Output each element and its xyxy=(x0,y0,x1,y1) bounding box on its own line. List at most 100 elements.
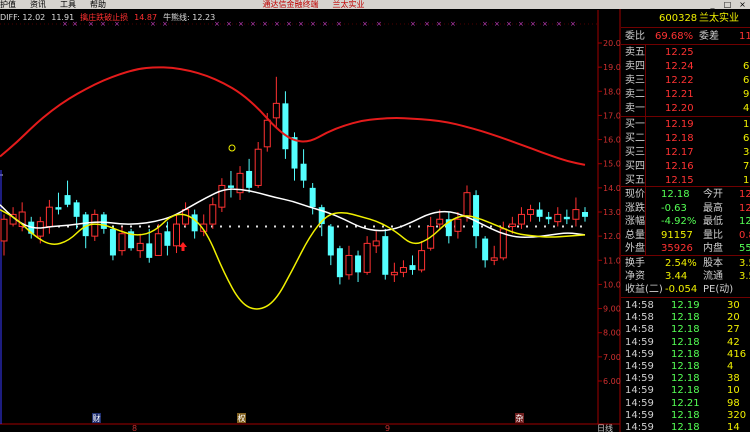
x-marker: × xyxy=(450,20,456,28)
stat-label: 最高 xyxy=(703,202,723,214)
candle-body xyxy=(463,192,471,218)
badge-quan-label: 权 xyxy=(238,413,246,423)
candle-body xyxy=(345,254,353,276)
support-dot xyxy=(274,225,276,228)
candle xyxy=(554,207,562,227)
stock-code: 600328 xyxy=(659,13,698,24)
bid-row: 买三 12.17 34 xyxy=(621,146,750,159)
window-controls: _ □ × xyxy=(705,0,750,9)
support-dot xyxy=(229,225,231,228)
candle xyxy=(64,180,71,208)
candle xyxy=(209,197,217,229)
tick-row: 14:59 12.18 38 xyxy=(621,372,750,385)
candle xyxy=(164,221,171,256)
weicha-value: 119 xyxy=(739,31,750,42)
candle xyxy=(282,91,289,159)
candle-body xyxy=(363,242,371,273)
candle xyxy=(355,250,362,283)
support-dot xyxy=(346,225,348,228)
divider xyxy=(621,27,750,28)
candle-body xyxy=(291,137,298,169)
candle-body xyxy=(572,209,580,220)
candle xyxy=(372,231,380,254)
stat-label: 涨跌 xyxy=(625,202,645,214)
stat-row: 涨跌 -0.63 最高 12.9 xyxy=(621,202,750,215)
bid-price: 12.17 xyxy=(665,147,694,158)
candle xyxy=(136,233,144,258)
candle-body xyxy=(91,213,99,237)
bid-price: 12.18 xyxy=(665,133,694,144)
candle-body xyxy=(118,233,126,252)
candle-body xyxy=(146,243,153,258)
candle xyxy=(272,76,280,128)
stat-label: 内盘 xyxy=(703,243,723,254)
tick-price: 12.18 xyxy=(671,336,700,348)
ask-volume: 9 xyxy=(743,89,750,100)
candle xyxy=(536,202,543,222)
maximize-icon[interactable]: □ xyxy=(723,0,732,9)
candle-body xyxy=(409,265,416,270)
top-x-markers: × × × × × × × × × × × × × × × × × × × × × × × × × × × × × × × × xyxy=(62,20,576,28)
x-marker: × xyxy=(310,20,316,28)
stat-label: 今开 xyxy=(703,189,723,200)
stat-value: -4.92% xyxy=(661,216,697,227)
candle-body xyxy=(263,119,271,148)
tick-price: 12.18 xyxy=(671,348,700,360)
support-dot xyxy=(481,225,483,228)
x-marker: × xyxy=(410,20,416,28)
tick-time: 14:59 xyxy=(625,397,654,409)
tick-time: 14:58 xyxy=(625,324,654,336)
candle-body xyxy=(399,267,407,273)
support-dot xyxy=(553,225,555,228)
minimize-icon[interactable]: _ xyxy=(708,0,717,9)
y-label: 6.00 xyxy=(603,377,621,386)
ask-price: 12.21 xyxy=(665,89,694,100)
support-dot xyxy=(310,225,312,228)
x-marker: × xyxy=(336,20,342,28)
candles-group xyxy=(0,76,588,285)
candle-body xyxy=(45,206,53,227)
tick-time: 14:59 xyxy=(625,373,654,385)
x-marker: × xyxy=(62,20,68,28)
stat-value: 2.54% xyxy=(665,258,697,269)
y-label: 15.00 xyxy=(603,160,621,169)
candle xyxy=(563,209,570,225)
support-dot xyxy=(139,225,141,228)
candle xyxy=(473,190,480,249)
candle xyxy=(336,245,343,285)
y-label: 19.00 xyxy=(603,63,621,72)
stat-value: 12.1 xyxy=(739,216,750,227)
candle-body xyxy=(218,184,226,208)
ask-label: 卖二 xyxy=(625,89,645,100)
stat-value: 5523 xyxy=(739,243,750,254)
tick-row: 14:59 12.18 10 xyxy=(621,384,750,397)
candle-body xyxy=(136,242,144,252)
stat-label: PE(动) xyxy=(703,284,734,295)
stat-value: 12.9 xyxy=(739,202,750,214)
close-icon[interactable]: × xyxy=(738,0,747,9)
stat-row: 外盘 35926 内盘 5523 xyxy=(621,242,750,255)
kline-chart[interactable]: 20.00 19.00 18.00 17.00 16.00 15.00 14.00 13.00… xyxy=(0,0,621,432)
support-dot xyxy=(535,225,537,228)
candle xyxy=(236,166,244,200)
tick-volume: 320 xyxy=(727,409,747,421)
candle-body xyxy=(182,209,190,225)
candle xyxy=(327,224,334,266)
stat-value: 91157 xyxy=(661,229,693,241)
candle-body xyxy=(209,204,217,225)
y-label: 8.00 xyxy=(603,329,621,338)
bid-row: 买二 12.18 6 xyxy=(621,132,750,145)
candle xyxy=(345,245,353,280)
quote-panel: 600328 兰太实业 委比 69.68% 委差 119 卖五12.25卖四12… xyxy=(621,9,750,432)
x-marker: × xyxy=(494,20,500,28)
candle-body xyxy=(418,250,426,271)
candle-body xyxy=(473,195,480,237)
x-marker: × xyxy=(286,20,292,28)
period-label[interactable]: 日线 xyxy=(597,423,613,432)
stat-label: 涨幅 xyxy=(625,216,645,227)
candle-body xyxy=(527,209,535,215)
support-dot xyxy=(256,225,258,228)
tick-time: 14:59 xyxy=(625,385,654,397)
divider xyxy=(621,297,750,298)
support-dot xyxy=(463,225,465,228)
